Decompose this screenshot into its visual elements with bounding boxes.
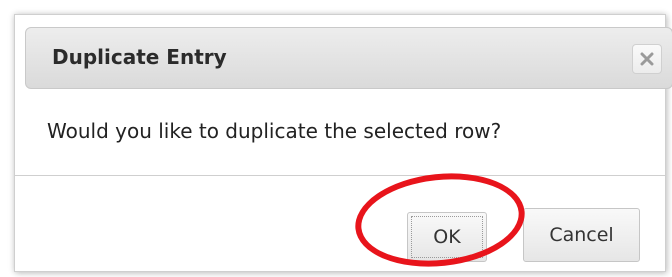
close-icon: [633, 45, 661, 73]
cancel-button[interactable]: Cancel: [523, 208, 640, 262]
dialog-title: Duplicate Entry: [52, 45, 227, 69]
close-button[interactable]: [632, 44, 662, 74]
dialog-titlebar[interactable]: Duplicate Entry: [25, 27, 672, 89]
ok-button-label: OK: [433, 226, 461, 248]
duplicate-entry-dialog: Duplicate Entry Would you like to duplic…: [14, 14, 672, 272]
dialog-message: Would you like to duplicate the selected…: [47, 119, 502, 143]
button-pane-divider: [15, 175, 665, 176]
ok-button[interactable]: OK: [407, 212, 487, 262]
screen: Duplicate Entry Would you like to duplic…: [0, 0, 672, 277]
cancel-button-label: Cancel: [549, 224, 614, 246]
